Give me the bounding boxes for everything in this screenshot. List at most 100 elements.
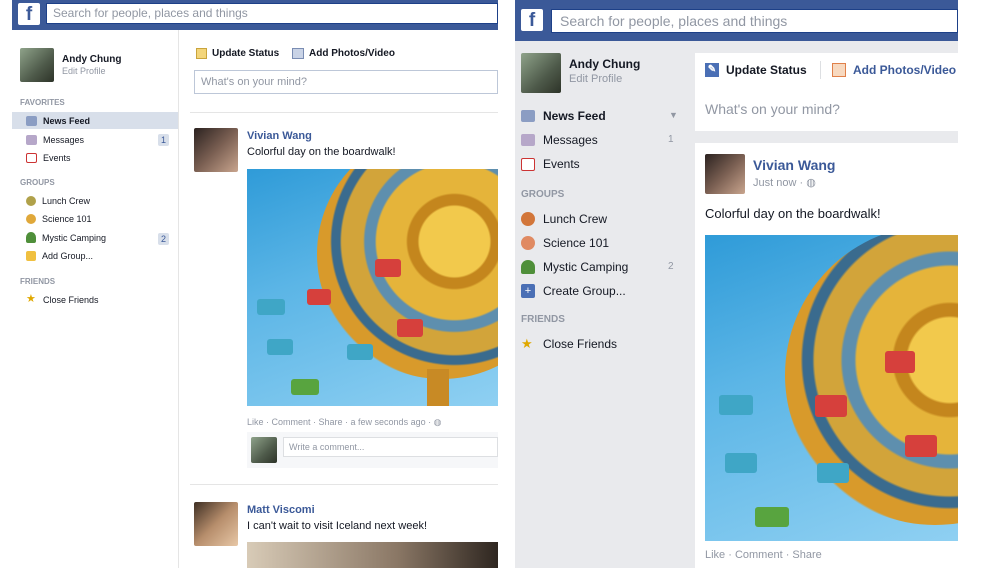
- star-icon: ★: [26, 293, 36, 305]
- lunch-crew-icon: [26, 195, 36, 206]
- top-bar: f Search for people, places and things: [12, 0, 498, 30]
- add-photos-label: Add Photos/Video: [853, 63, 957, 77]
- sidebar-item-news-feed[interactable]: News Feed: [12, 112, 178, 129]
- swing-ride: [785, 235, 958, 525]
- sidebar-item-lunch-crew[interactable]: Lunch Crew: [12, 192, 90, 209]
- messages-count: 1: [158, 134, 170, 146]
- edit-profile-link[interactable]: Edit Profile: [569, 73, 622, 85]
- post-text: Colorful day on the boardwalk!: [705, 206, 881, 221]
- sidebar-item-label: Science 101: [543, 236, 610, 250]
- add-group-icon: [26, 250, 36, 261]
- post-photo[interactable]: [247, 542, 498, 568]
- post-time: Just now · ◍: [753, 176, 816, 189]
- add-group-link[interactable]: Add Group...: [12, 247, 93, 264]
- seat: [755, 507, 789, 527]
- author-avatar[interactable]: [705, 154, 745, 194]
- update-status-tab[interactable]: ✎ Update Status: [705, 63, 807, 77]
- status-input[interactable]: What's on your mind?: [194, 70, 498, 94]
- seat: [905, 435, 937, 457]
- messages-count: 1: [668, 134, 674, 145]
- sidebar-item-messages[interactable]: Messages: [12, 131, 84, 148]
- science-icon: [26, 213, 36, 224]
- avatar[interactable]: [521, 53, 561, 93]
- add-photos-tab[interactable]: Add Photos/Video: [292, 48, 395, 59]
- lunch-crew-icon: [521, 212, 535, 226]
- facebook-logo[interactable]: f: [521, 9, 543, 31]
- tree-icon: [521, 260, 535, 274]
- author-avatar[interactable]: [194, 128, 238, 172]
- left-sidebar: Andy Chung Edit Profile News Feed ▼ Mess…: [515, 41, 693, 568]
- divider: [190, 484, 498, 485]
- add-photos-tab[interactable]: Add Photos/Video: [832, 63, 956, 77]
- old-layout-panel: f Search for people, places and things A…: [12, 0, 498, 568]
- sidebar-item-science-101[interactable]: Science 101: [12, 210, 92, 227]
- search-input[interactable]: Search for people, places and things: [551, 9, 958, 33]
- tree-icon: [26, 232, 36, 243]
- seat: [719, 395, 753, 415]
- news-feed-icon: [521, 110, 535, 122]
- post-author[interactable]: Vivian Wang: [247, 130, 312, 142]
- sidebar-item-label: Create Group...: [543, 284, 626, 298]
- post-time-text[interactable]: Just now ·: [753, 177, 806, 189]
- post-text: Colorful day on the boardwalk!: [247, 146, 396, 158]
- profile-name[interactable]: Andy Chung: [62, 54, 121, 65]
- avatar[interactable]: [20, 48, 54, 82]
- sidebar-item-label: Events: [543, 157, 580, 171]
- status-input[interactable]: What's on your mind?: [705, 101, 840, 117]
- globe-icon: ◍: [433, 417, 442, 427]
- section-favorites: FAVORITES: [20, 98, 65, 107]
- messages-icon: [26, 134, 37, 145]
- sidebar-item-science-101[interactable]: Science 101: [521, 234, 609, 252]
- facebook-logo[interactable]: f: [18, 3, 40, 25]
- search-input[interactable]: Search for people, places and things: [46, 3, 498, 24]
- sidebar-item-label: Science 101: [42, 213, 92, 224]
- sidebar-item-events[interactable]: Events: [12, 149, 71, 166]
- seat: [307, 289, 331, 305]
- post-vivian-wang: Vivian Wang Just now · ◍ Colorful day on…: [695, 143, 958, 568]
- sidebar-item-close-friends[interactable]: ★ Close Friends: [12, 291, 99, 308]
- sidebar-item-label: Messages: [43, 134, 85, 145]
- update-status-label: Update Status: [726, 63, 807, 77]
- post-actions-text[interactable]: Like · Comment · Share · a few seconds a…: [247, 417, 434, 427]
- sidebar-item-lunch-crew[interactable]: Lunch Crew: [521, 210, 607, 228]
- post-text: I can't wait to visit Iceland next week!: [247, 520, 428, 532]
- post-vivian-wang: Vivian Wang Colorful day on the boardwal…: [190, 120, 498, 480]
- events-icon: [521, 157, 535, 171]
- sidebar-item-label: Close Friends: [543, 337, 618, 351]
- sidebar-item-mystic-camping[interactable]: Mystic Camping: [521, 258, 628, 276]
- post-author[interactable]: Matt Viscomi: [247, 504, 315, 516]
- sidebar-item-news-feed[interactable]: News Feed: [521, 107, 606, 125]
- sidebar-item-label: News Feed: [43, 115, 91, 126]
- seat: [397, 319, 423, 337]
- sidebar-item-messages[interactable]: Messages: [521, 131, 598, 149]
- author-avatar[interactable]: [194, 502, 238, 546]
- post-photo[interactable]: [705, 235, 958, 541]
- events-icon: [26, 152, 37, 163]
- sidebar-item-events[interactable]: Events: [521, 155, 580, 173]
- create-group-link[interactable]: + Create Group...: [521, 282, 626, 300]
- ride-pole: [427, 369, 449, 406]
- seat: [291, 379, 319, 395]
- science-icon: [521, 236, 535, 250]
- seat: [267, 339, 293, 355]
- seat: [817, 463, 849, 483]
- sidebar-item-label: Close Friends: [43, 294, 99, 305]
- messages-icon: [521, 134, 535, 146]
- update-status-tab[interactable]: Update Status: [196, 48, 279, 59]
- seat: [375, 259, 401, 277]
- top-bar: f Search for people, places and things: [515, 0, 958, 41]
- sidebar-item-close-friends[interactable]: ★ Close Friends: [521, 335, 617, 353]
- seat: [885, 351, 915, 373]
- photo-icon: [292, 48, 304, 59]
- comment-area: Write a comment...: [247, 432, 498, 468]
- post-actions[interactable]: Like · Comment · Share: [705, 549, 822, 561]
- comment-input[interactable]: Write a comment...: [283, 437, 498, 457]
- edit-profile-link[interactable]: Edit Profile: [62, 66, 106, 76]
- post-photo[interactable]: [247, 169, 498, 406]
- post-author[interactable]: Vivian Wang: [753, 157, 835, 173]
- sidebar-item-mystic-camping[interactable]: Mystic Camping: [12, 229, 106, 246]
- profile-name[interactable]: Andy Chung: [569, 57, 640, 71]
- chevron-down-icon[interactable]: ▼: [669, 110, 678, 120]
- new-layout-panel: f Search for people, places and things A…: [515, 0, 958, 568]
- star-icon: ★: [521, 336, 533, 351]
